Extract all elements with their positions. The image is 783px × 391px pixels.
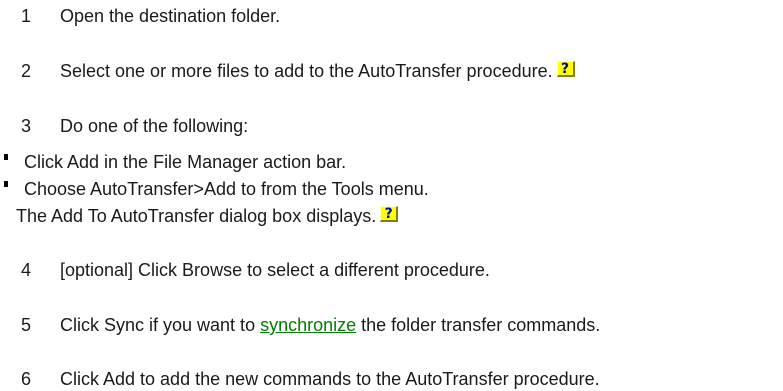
help-glyph: ? <box>561 61 570 77</box>
step-number: 4 <box>21 260 32 280</box>
help-question-icon[interactable]: ? <box>380 206 399 222</box>
step-text: Do one of the following: <box>60 116 249 136</box>
step-number: 6 <box>21 369 32 389</box>
step-number: 1 <box>21 6 32 26</box>
option-text: Choose AutoTransfer>Add to from the Tool… <box>24 179 429 199</box>
step-text: Click Add to add the new commands to the… <box>60 369 600 389</box>
bullet-marker <box>4 181 8 187</box>
step-text: [optional] Click Browse to select a diff… <box>60 260 490 280</box>
result-note: The Add To AutoTransfer dialog box displ… <box>16 205 399 227</box>
step-text-wrapper: Click Sync if you want to synchronize th… <box>60 314 600 336</box>
step-number: 2 <box>21 61 32 81</box>
step-text: Open the destination folder. <box>60 6 281 26</box>
step-number: 5 <box>21 315 32 335</box>
step-text-wrapper: Select one or more files to add to the A… <box>60 60 575 82</box>
synchronize-link[interactable]: synchronize <box>260 315 356 335</box>
result-note-text: The Add To AutoTransfer dialog box displ… <box>16 206 377 226</box>
help-question-icon[interactable]: ? <box>556 61 575 77</box>
step-text: Select one or more files to add to the A… <box>60 61 553 81</box>
option-text: Click Add in the File Manager action bar… <box>24 152 347 172</box>
step-text-before: Click Sync if you want to <box>60 315 261 335</box>
bullet-marker <box>4 154 8 160</box>
step-number: 3 <box>21 116 32 136</box>
step-text-after: the folder transfer commands. <box>356 315 601 335</box>
help-glyph: ? <box>384 206 393 222</box>
